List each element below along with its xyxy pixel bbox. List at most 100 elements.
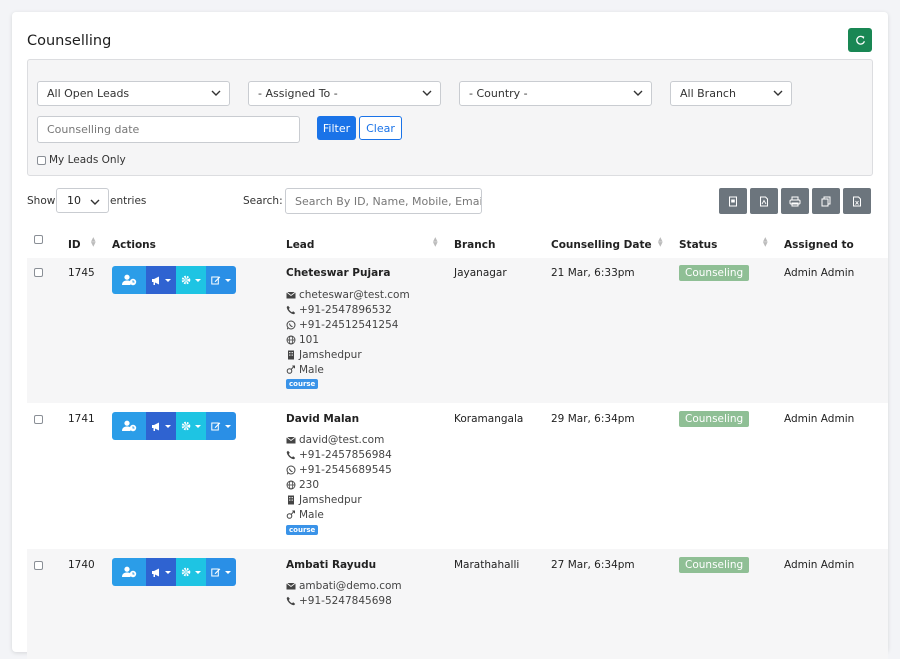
lead-status-value: All Open Leads bbox=[47, 87, 130, 100]
settings-dropdown-button[interactable] bbox=[176, 558, 206, 586]
city-text: Jamshedpur bbox=[299, 494, 362, 506]
lead-whatsapp: +91-2545689545 bbox=[286, 464, 392, 476]
campaign-dropdown-button[interactable] bbox=[146, 412, 176, 440]
envelope-icon bbox=[286, 291, 296, 299]
lead-city: Jamshedpur bbox=[286, 494, 362, 506]
lead-phone: +91-2547896532 bbox=[286, 304, 392, 316]
lead-name[interactable]: Cheteswar Pujara bbox=[286, 267, 390, 279]
edit-dropdown-button[interactable] bbox=[206, 412, 236, 440]
filter-button[interactable]: Filter bbox=[317, 116, 356, 140]
gender-icon bbox=[286, 510, 295, 519]
assign-user-button[interactable] bbox=[112, 412, 146, 440]
assigned-to-value: - Assigned To - bbox=[258, 87, 338, 100]
gear-icon bbox=[181, 275, 191, 285]
caret-down-icon bbox=[225, 278, 231, 282]
export-pdf-button[interactable] bbox=[750, 188, 778, 214]
status-badge: Counseling bbox=[679, 411, 750, 427]
th-branch[interactable]: Branch bbox=[454, 239, 495, 251]
lead-phone: +91-5247845698 bbox=[286, 595, 392, 607]
lead-name[interactable]: David Malan bbox=[286, 413, 359, 425]
search-placeholder: Search By ID, Name, Mobile, Email bbox=[295, 194, 482, 208]
row-counselling-date: 29 Mar, 6:34pm bbox=[551, 413, 635, 425]
lead-email: david@test.com bbox=[286, 434, 384, 446]
th-lead[interactable]: Lead bbox=[286, 239, 314, 251]
sort-icon[interactable]: ▲ ▼ bbox=[433, 237, 438, 248]
chevron-down-icon bbox=[422, 90, 432, 96]
export-csv-button[interactable] bbox=[719, 188, 747, 214]
row-checkbox[interactable] bbox=[34, 561, 43, 570]
building-icon bbox=[288, 495, 294, 505]
assign-user-button[interactable] bbox=[112, 266, 146, 294]
th-id[interactable]: ID bbox=[68, 239, 81, 251]
edit-icon bbox=[211, 276, 221, 285]
edit-icon bbox=[211, 568, 221, 577]
chevron-down-icon bbox=[90, 199, 100, 205]
megaphone-icon bbox=[152, 568, 159, 577]
lead-email: cheteswar@test.com bbox=[286, 289, 410, 301]
th-counselling-date[interactable]: Counselling Date bbox=[551, 239, 652, 251]
print-button[interactable] bbox=[781, 188, 809, 214]
assigned-to-select[interactable]: - Assigned To - bbox=[248, 81, 441, 106]
settings-dropdown-button[interactable] bbox=[176, 412, 206, 440]
edit-dropdown-button[interactable] bbox=[206, 558, 236, 586]
lead-name[interactable]: Ambati Rayudu bbox=[286, 559, 376, 571]
lead-status-select[interactable]: All Open Leads bbox=[37, 81, 230, 106]
user-clock-icon bbox=[122, 566, 137, 578]
counselling-date-input[interactable]: Counselling date bbox=[37, 116, 300, 143]
gender-text: Male bbox=[299, 364, 324, 376]
gear-icon bbox=[181, 567, 191, 577]
envelope-icon bbox=[286, 582, 296, 590]
print-icon bbox=[789, 196, 801, 206]
branch-select[interactable]: All Branch bbox=[670, 81, 792, 106]
row-checkbox[interactable] bbox=[34, 268, 43, 277]
phone-icon bbox=[286, 450, 296, 460]
export-excel-button[interactable] bbox=[843, 188, 871, 214]
search-input[interactable]: Search By ID, Name, Mobile, Email bbox=[285, 188, 482, 214]
email-text: cheteswar@test.com bbox=[299, 289, 410, 301]
th-status[interactable]: Status bbox=[679, 239, 717, 251]
row-id: 1745 bbox=[68, 267, 95, 279]
whatsapp-text: +91-2545689545 bbox=[299, 464, 392, 476]
file-csv-icon bbox=[729, 196, 737, 206]
file-excel-icon bbox=[853, 196, 861, 206]
row-id: 1740 bbox=[68, 559, 95, 571]
select-all-checkbox[interactable] bbox=[34, 235, 43, 244]
lead-email: ambati@demo.com bbox=[286, 580, 402, 592]
counselling-date-placeholder: Counselling date bbox=[47, 123, 140, 136]
lead-gender: Male bbox=[286, 509, 324, 521]
assign-user-button[interactable] bbox=[112, 558, 146, 586]
refresh-button[interactable] bbox=[848, 28, 872, 52]
whatsapp-text: +91-24512541254 bbox=[299, 319, 399, 331]
chevron-down-icon bbox=[211, 90, 221, 96]
chevron-down-icon bbox=[773, 90, 783, 96]
clear-button[interactable]: Clear bbox=[359, 116, 402, 140]
entries-select[interactable]: 10 bbox=[56, 188, 109, 213]
code-text: 230 bbox=[299, 479, 320, 491]
lead-code: 230 bbox=[286, 479, 319, 491]
row-assigned-to: Admin Admin bbox=[784, 413, 855, 425]
lead-whatsapp: +91-24512541254 bbox=[286, 319, 398, 331]
campaign-dropdown-button[interactable] bbox=[146, 266, 176, 294]
th-assigned-to[interactable]: Assigned to bbox=[784, 239, 854, 251]
gear-icon bbox=[181, 421, 191, 431]
city-text: Jamshedpur bbox=[299, 349, 362, 361]
gender-icon bbox=[286, 365, 295, 374]
edit-dropdown-button[interactable] bbox=[206, 266, 236, 294]
my-leads-only[interactable]: My Leads Only bbox=[37, 154, 126, 166]
sort-icon[interactable]: ▲ ▼ bbox=[91, 237, 96, 248]
whatsapp-icon bbox=[286, 465, 296, 475]
settings-dropdown-button[interactable] bbox=[176, 266, 206, 294]
lead-city: Jamshedpur bbox=[286, 349, 362, 361]
row-checkbox[interactable] bbox=[34, 415, 43, 424]
caret-down-icon bbox=[225, 424, 231, 428]
country-select[interactable]: - Country - bbox=[459, 81, 652, 106]
sort-icon[interactable]: ▲ ▼ bbox=[763, 237, 768, 248]
building-icon bbox=[288, 350, 294, 360]
campaign-dropdown-button[interactable] bbox=[146, 558, 176, 586]
row-actions bbox=[112, 412, 236, 440]
sort-icon[interactable]: ▲ ▼ bbox=[658, 237, 663, 248]
my-leads-checkbox[interactable] bbox=[37, 155, 46, 165]
copy-button[interactable] bbox=[812, 188, 840, 214]
course-tag: course bbox=[286, 525, 319, 535]
caret-down-icon bbox=[165, 424, 171, 428]
